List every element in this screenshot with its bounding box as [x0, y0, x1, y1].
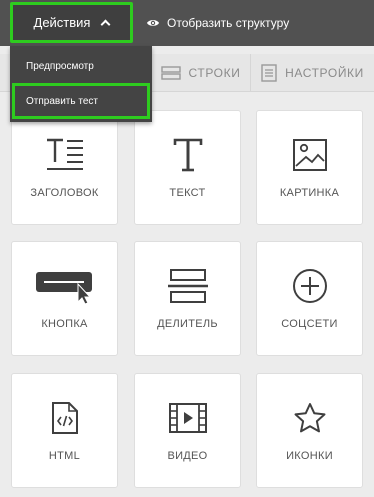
menu-item-send-test[interactable]: Отправить тест	[12, 83, 150, 119]
top-toolbar: Действия Отобразить структуру	[0, 0, 374, 46]
block-divider[interactable]: ДЕЛИТЕЛЬ	[134, 241, 241, 356]
block-html[interactable]: HTML	[11, 373, 118, 488]
block-label: ТЕКСТ	[169, 187, 206, 199]
block-label: ЗАГОЛОВОК	[30, 187, 99, 199]
editor-page: Действия Отобразить структуру СТРОКИ НАС…	[0, 0, 374, 497]
block-label: ИКОНКИ	[286, 450, 333, 462]
actions-menu-button[interactable]: Действия	[10, 2, 133, 43]
settings-icon	[261, 64, 277, 82]
block-video[interactable]: ВИДЕО	[134, 373, 241, 488]
tab-settings[interactable]: НАСТРОЙКИ	[250, 54, 374, 92]
block-text[interactable]: ТЕКСТ	[134, 110, 241, 225]
block-label: ВИДЕО	[167, 450, 208, 462]
actions-label: Действия	[33, 15, 91, 30]
tab-rows-label: СТРОКИ	[188, 66, 241, 80]
divider-icon	[167, 269, 208, 303]
block-label: HTML	[48, 450, 81, 462]
image-icon	[292, 139, 327, 171]
text-icon	[173, 138, 202, 172]
actions-dropdown: Предпросмотр Отправить тест	[10, 46, 152, 122]
block-label: ДЕЛИТЕЛЬ	[157, 318, 218, 330]
tab-settings-label: НАСТРОЙКИ	[285, 66, 364, 80]
star-icon	[294, 403, 325, 433]
block-icons[interactable]: ИКОНКИ	[256, 373, 363, 488]
show-structure-label: Отобразить структуру	[167, 16, 290, 30]
chevron-up-icon	[101, 19, 111, 30]
block-social[interactable]: СОЦСЕТИ	[256, 241, 363, 356]
menu-item-preview[interactable]: Предпросмотр	[10, 48, 152, 84]
rows-icon	[160, 66, 181, 80]
video-icon	[168, 403, 207, 433]
block-image[interactable]: КАРТИНКА	[256, 110, 363, 225]
block-button[interactable]: КНОПКА	[11, 241, 118, 356]
tab-rows[interactable]: СТРОКИ	[150, 54, 250, 92]
show-structure-button[interactable]: Отобразить структуру	[146, 0, 289, 46]
eye-icon	[147, 20, 159, 26]
heading-icon	[46, 138, 83, 170]
block-label: КАРТИНКА	[279, 187, 340, 199]
block-label: КНОПКА	[41, 318, 88, 330]
html-file-icon	[51, 402, 78, 434]
block-heading[interactable]: ЗАГОЛОВОК	[11, 110, 118, 225]
block-label: СОЦСЕТИ	[281, 318, 338, 330]
social-plus-icon	[292, 269, 327, 303]
button-icon	[35, 272, 92, 304]
